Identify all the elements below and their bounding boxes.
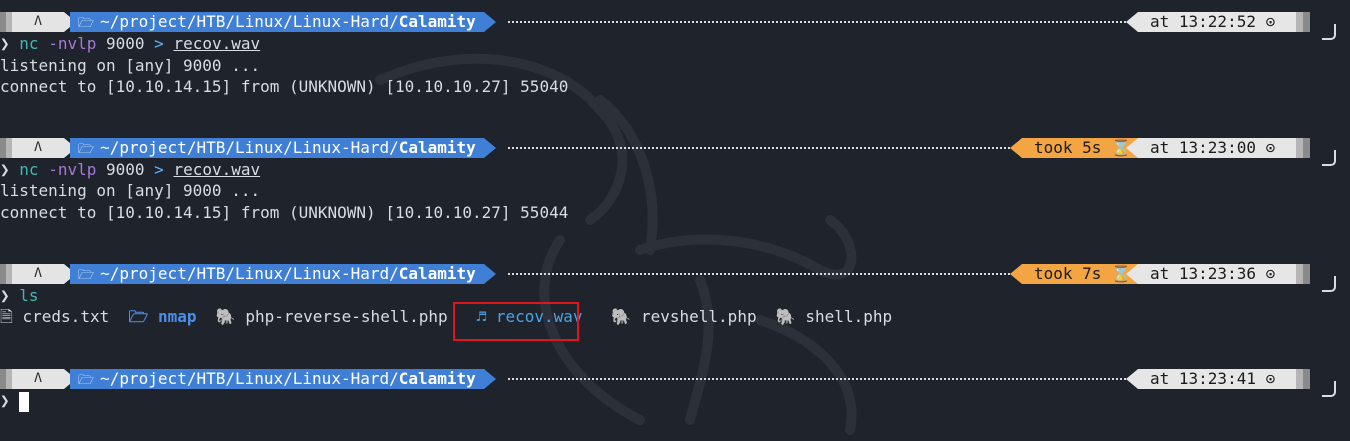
path-prefix: ~/project/HTB/Linux/Linux-Hard/ bbox=[100, 369, 399, 388]
command-flags: -nvlp bbox=[48, 160, 97, 179]
command-name: nc bbox=[19, 160, 39, 179]
folder-icon: 🗁 bbox=[78, 142, 95, 157]
prompt-filler-dots bbox=[508, 360, 1134, 380]
prompt-arrow: ❯ bbox=[0, 391, 10, 410]
ls-entry-shell[interactable]: shell.php bbox=[805, 307, 892, 326]
ls-entry-revshell[interactable]: revshell.php bbox=[641, 307, 757, 326]
duration-label: took 7s bbox=[1034, 264, 1102, 283]
php-icon: 🐘 bbox=[611, 307, 632, 326]
redirect-symbol: > bbox=[154, 160, 164, 179]
php-icon: 🐘 bbox=[775, 307, 796, 326]
os-segment: Λ bbox=[12, 138, 76, 158]
path-prefix: ~/project/HTB/Linux/Linux-Hard/ bbox=[100, 12, 399, 31]
os-segment: Λ bbox=[12, 12, 76, 32]
path-segment: 🗁 ~/project/HTB/Linux/Linux-Hard/Calamity bbox=[70, 264, 496, 284]
duration-label: took 5s bbox=[1034, 138, 1102, 157]
time-segment: at 13:22:52 ⊙ bbox=[1126, 12, 1308, 32]
path-current-dir: Calamity bbox=[398, 369, 476, 388]
path-prefix: ~/project/HTB/Linux/Linux-Hard/ bbox=[100, 264, 399, 283]
prompt-filler-dots bbox=[508, 255, 1010, 275]
path-segment: 🗁 ~/project/HTB/Linux/Linux-Hard/Calamity bbox=[70, 369, 496, 389]
os-segment: Λ bbox=[12, 264, 76, 284]
path-current-dir: Calamity bbox=[398, 138, 476, 157]
time-label: at 13:23:36 bbox=[1150, 264, 1256, 283]
clock-icon: ⊙ bbox=[1265, 12, 1276, 31]
path-current-dir: Calamity bbox=[398, 12, 476, 31]
redirect-file: recov.wav bbox=[173, 160, 261, 179]
ls-entry-creds[interactable]: creds.txt bbox=[23, 307, 110, 326]
ls-output-line: 🗎 creds.txt 🗁 nmap 🐘 php-reverse-shell.p… bbox=[0, 306, 892, 328]
os-segment: Λ bbox=[12, 369, 76, 389]
path-current-dir: Calamity bbox=[398, 264, 476, 283]
prompt-hook bbox=[1322, 276, 1336, 292]
command-flags: -nvlp bbox=[48, 34, 97, 53]
clock-icon: ⊙ bbox=[1265, 369, 1276, 388]
file-icon: 🗎 bbox=[0, 307, 13, 326]
time-segment: at 13:23:41 ⊙ bbox=[1126, 369, 1308, 389]
prompt-filler-dots bbox=[508, 3, 1134, 23]
path-prefix: ~/project/HTB/Linux/Linux-Hard/ bbox=[100, 138, 399, 157]
command-arg: 9000 bbox=[106, 34, 145, 53]
command-name: nc bbox=[19, 34, 39, 53]
prompt-bar: Λ 🗁 ~/project/HTB/Linux/Linux-Hard/Calami… bbox=[0, 264, 1350, 292]
command-arg: 9000 bbox=[106, 160, 145, 179]
time-segment: at 13:23:00 ⊙ bbox=[1126, 138, 1308, 158]
terminal-window[interactable]: Λ 🗁 ~/project/HTB/Linux/Linux-Hard/Calami… bbox=[0, 0, 1350, 441]
command-name: ls bbox=[19, 286, 39, 305]
prompt-arrow: ❯ bbox=[0, 160, 10, 179]
ls-entry-nmap[interactable]: nmap bbox=[158, 307, 197, 326]
redirect-symbol: > bbox=[154, 34, 164, 53]
folder-icon: 🗁 bbox=[78, 268, 95, 283]
output-line: listening on [any] 9000 ... bbox=[0, 56, 261, 75]
folder-icon: 🗁 bbox=[78, 373, 95, 388]
prompt-arrow: ❯ bbox=[0, 34, 10, 53]
prompt-hook bbox=[1322, 150, 1336, 166]
prompt-hook bbox=[1322, 24, 1336, 40]
prompt-bar: Λ 🗁 ~/project/HTB/Linux/Linux-Hard/Calami… bbox=[0, 138, 1350, 166]
folder-icon: 🗁 bbox=[128, 307, 149, 326]
linux-tux-icon: Λ bbox=[34, 371, 42, 386]
command-line: ❯ ls bbox=[0, 285, 39, 307]
redirect-file: recov.wav bbox=[173, 34, 261, 53]
clock-icon: ⊙ bbox=[1265, 138, 1276, 157]
output-line: connect to [10.10.14.15] from (UNKNOWN) … bbox=[0, 203, 569, 222]
prompt-hook bbox=[1322, 381, 1336, 397]
output-line: listening on [any] 9000 ... bbox=[0, 181, 261, 200]
prompt-bar: Λ 🗁 ~/project/HTB/Linux/Linux-Hard/Calami… bbox=[0, 12, 1350, 40]
path-segment: 🗁 ~/project/HTB/Linux/Linux-Hard/Calamity bbox=[70, 12, 496, 32]
time-label: at 13:23:00 bbox=[1150, 138, 1256, 157]
command-line: ❯ nc -nvlp 9000 > recov.wav bbox=[0, 159, 260, 181]
linux-tux-icon: Λ bbox=[34, 140, 42, 155]
prompt-filler-dots bbox=[508, 129, 1010, 149]
path-segment: 🗁 ~/project/HTB/Linux/Linux-Hard/Calamity bbox=[70, 138, 496, 158]
ls-entry-php-reverse-shell[interactable]: php-reverse-shell.php bbox=[245, 307, 447, 326]
highlight-box bbox=[453, 302, 579, 341]
prompt-arrow: ❯ bbox=[0, 286, 10, 305]
input-line[interactable]: ❯ bbox=[0, 390, 30, 412]
time-label: at 13:23:41 bbox=[1150, 369, 1256, 388]
folder-icon: 🗁 bbox=[78, 16, 95, 31]
clock-icon: ⊙ bbox=[1265, 264, 1276, 283]
prompt-bar: Λ 🗁 ~/project/HTB/Linux/Linux-Hard/Calami… bbox=[0, 369, 1350, 397]
command-line: ❯ nc -nvlp 9000 > recov.wav bbox=[0, 33, 260, 55]
text-cursor bbox=[19, 391, 30, 412]
linux-tux-icon: Λ bbox=[34, 14, 42, 29]
php-icon: 🐘 bbox=[215, 307, 236, 326]
time-segment: at 13:23:36 ⊙ bbox=[1126, 264, 1308, 284]
time-label: at 13:22:52 bbox=[1150, 12, 1256, 31]
output-line: connect to [10.10.14.15] from (UNKNOWN) … bbox=[0, 77, 569, 96]
linux-tux-icon: Λ bbox=[34, 266, 42, 281]
